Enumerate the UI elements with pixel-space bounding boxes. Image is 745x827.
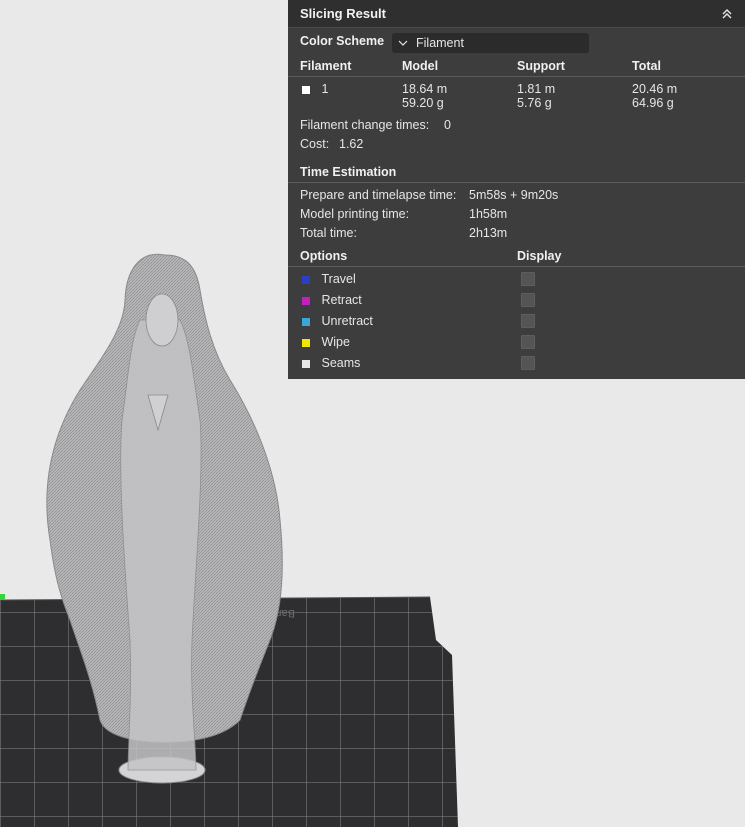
model-weight: 59.20 g (402, 96, 444, 110)
travel-display-checkbox[interactable] (521, 272, 535, 286)
cost-value: 1.62 (339, 137, 364, 151)
filament-change-value: 0 (444, 118, 451, 132)
travel-color-swatch (302, 275, 310, 284)
model-time-value: 1h58m (469, 207, 508, 221)
option-retract: Retract (302, 293, 362, 307)
unretract-display-checkbox[interactable] (521, 314, 535, 328)
panel-title: Slicing Result (300, 6, 386, 21)
total-time-value: 2h13m (469, 226, 508, 240)
options-header: Options (300, 249, 348, 263)
total-time-label: Total time: (300, 226, 357, 240)
color-scheme-label: Color Scheme (300, 34, 385, 48)
total-length: 20.46 m (632, 82, 678, 96)
option-seams: Seams (302, 356, 360, 370)
divider (288, 182, 745, 183)
prepare-time-value: 5m58s + 9m20s (469, 188, 559, 202)
seams-color-swatch (302, 359, 310, 368)
divider (288, 76, 745, 77)
filament-change-label: Filament change times: (300, 118, 430, 132)
col-header-model: Model (402, 59, 439, 73)
divider (288, 266, 745, 267)
model-time-label: Model printing time: (300, 207, 410, 221)
filament-id: 1 (321, 82, 329, 96)
support-weight: 5.76 g (517, 96, 552, 110)
option-travel: Travel (302, 272, 356, 286)
color-scheme-value: Filament (416, 36, 464, 50)
unretract-color-swatch (302, 317, 310, 326)
seams-display-checkbox[interactable] (521, 356, 535, 370)
filament-color-swatch (302, 85, 310, 94)
panel-header: Slicing Result (288, 0, 745, 28)
color-scheme-dropdown[interactable]: Filament (392, 33, 589, 53)
wipe-display-checkbox[interactable] (521, 335, 535, 349)
collapse-icon[interactable] (719, 6, 735, 22)
display-header: Display (517, 249, 562, 263)
table-row: 1 (302, 82, 328, 96)
time-estimation-title: Time Estimation (300, 165, 397, 179)
col-header-support: Support (517, 59, 565, 73)
wipe-color-swatch (302, 338, 310, 347)
total-weight: 64.96 g (632, 96, 674, 110)
retract-display-checkbox[interactable] (521, 293, 535, 307)
model-length: 18.64 m (402, 82, 448, 96)
option-wipe: Wipe (302, 335, 350, 349)
support-length: 1.81 m (517, 82, 556, 96)
option-unretract: Unretract (302, 314, 373, 328)
retract-color-swatch (302, 296, 310, 305)
col-header-filament: Filament (300, 59, 352, 73)
axis-origin-marker (0, 594, 5, 600)
prepare-time-label: Prepare and timelapse time: (300, 188, 457, 202)
cost-label: Cost: (300, 137, 330, 151)
slicing-result-panel: Slicing Result Color Scheme Filament Fil… (288, 0, 745, 379)
col-header-total: Total (632, 59, 661, 73)
chevron-down-icon (398, 40, 408, 46)
